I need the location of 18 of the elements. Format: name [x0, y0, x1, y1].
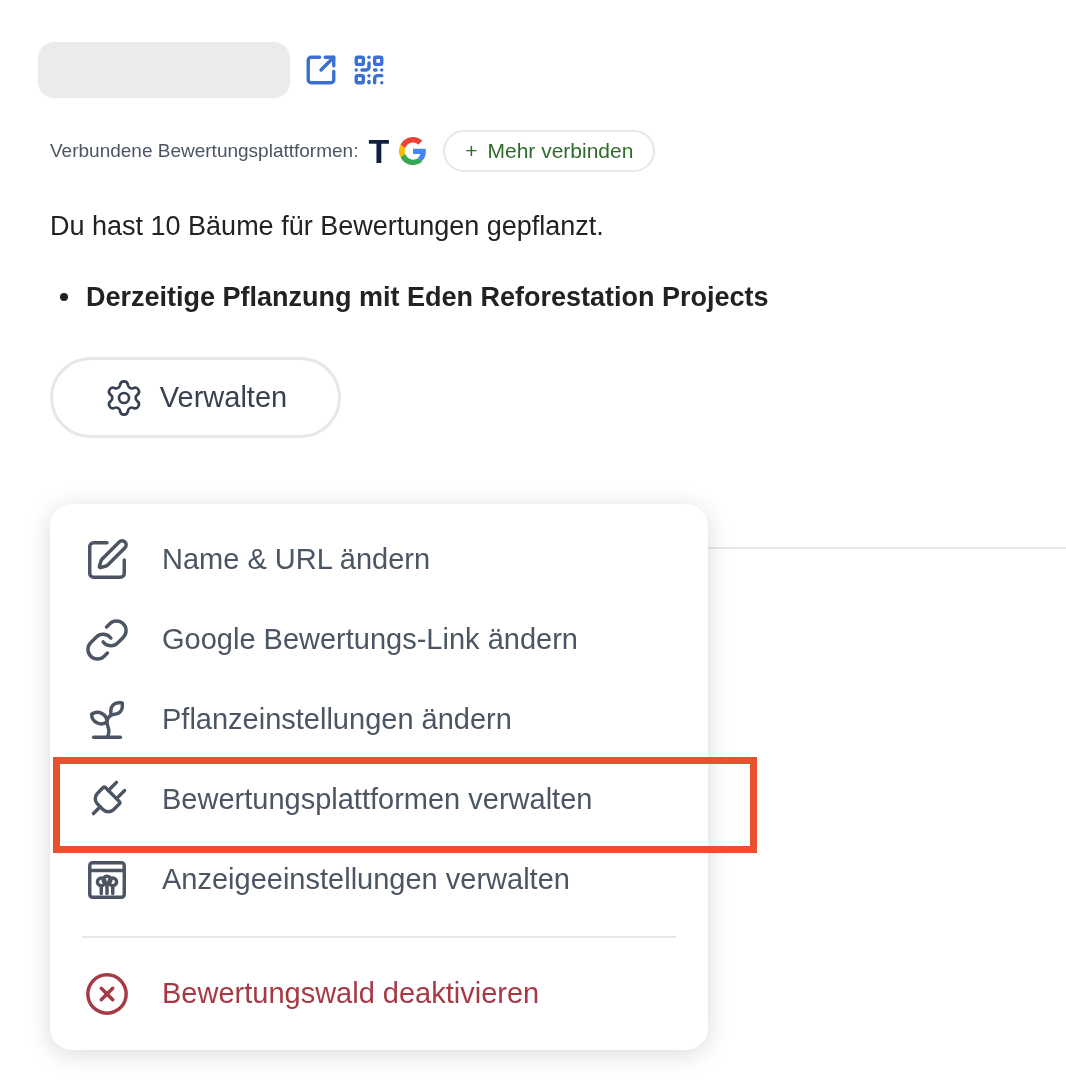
menu-item[interactable]: Google Bewertungs-Link ändern	[50, 600, 708, 680]
connect-button[interactable]: + Mehr verbinden	[443, 130, 656, 172]
menu-item[interactable]: Pflanzeinstellungen ändern	[50, 680, 708, 760]
external-link-icon[interactable]	[304, 53, 338, 87]
bullet-text: Derzeitige Pflanzung mit Eden Reforestation Projects	[86, 280, 769, 314]
menu-item[interactable]: Bewertungswald deaktivieren	[50, 954, 708, 1034]
qr-code-icon[interactable]	[352, 53, 386, 87]
platform-logo: T	[368, 134, 390, 168]
menu-item[interactable]: Bewertungsplattformen verwalten	[50, 760, 708, 840]
summary-text: Du hast 10 Bäume für Bewertungen gepflanzt.	[49, 210, 605, 243]
link-icon	[84, 617, 130, 663]
manage-button[interactable]: Verwalten	[50, 357, 341, 438]
platforms-label: Verbundene Bewertungsplattformen:	[50, 138, 359, 163]
menu-item[interactable]: Anzeigeeinstellungen verwalten	[50, 840, 708, 920]
menu-item[interactable]: Name & URL ändern	[50, 520, 708, 600]
bullet-icon	[60, 292, 68, 301]
google-icon	[399, 137, 428, 165]
close-circle-icon	[84, 971, 130, 1017]
